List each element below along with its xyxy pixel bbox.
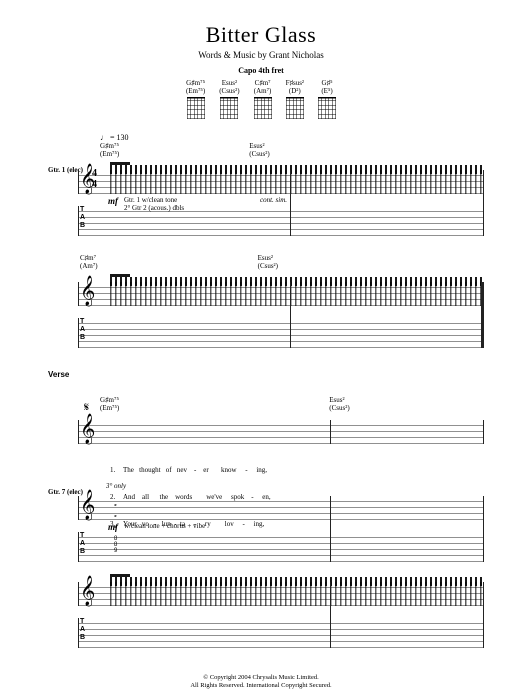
music-staff — [78, 420, 484, 444]
chord-grid-icon — [318, 97, 336, 119]
chord-name: C♯m⁷ — [255, 79, 271, 87]
chord-diagram: G♯m⁷⁵ (Em⁷⁵) — [186, 79, 205, 119]
tab-fret-numbers: 889 — [114, 536, 117, 554]
tempo-marking: ♩ = 130 — [100, 133, 129, 142]
segno-icon: 𝄋 — [84, 400, 89, 415]
chord-diagram-row: G♯m⁷⁵ (Em⁷⁵) Esus² (Csus²) C♯m⁷ (Am⁷) F♯… — [30, 79, 492, 119]
chord-name: G♯m⁷⁵ — [186, 79, 205, 87]
quarter-note-icon: ♩ — [100, 133, 108, 142]
chord-diagram: F♯sus² (D²) — [286, 79, 304, 119]
treble-clef-icon: 𝄞 — [80, 414, 95, 445]
cont-sim-instruction: cont. sim. — [260, 196, 287, 204]
chord-paren: (Csus²) — [219, 87, 239, 95]
performance-instruction: w/clean tone + chorus + vibe — [124, 522, 205, 530]
chord-grid-icon — [220, 97, 238, 119]
chord-diagram: G♯⁵ (E⁵) — [318, 79, 336, 119]
chord-paren: (Am⁷) — [254, 87, 272, 95]
chord-grid-icon — [187, 97, 205, 119]
tab-staff — [78, 318, 484, 348]
tab-label-icon: TAB — [80, 618, 85, 642]
notation-system: 𝄞 44 mf Gtr. 1 w/clean tone2° Gtr 2 (aco… — [30, 160, 492, 242]
notation-system: Gtr. 7 (elec) 3° only 𝄞 𝅗𝅗𝅗 mf w/clean t… — [30, 486, 492, 570]
note-stems-icon — [110, 282, 484, 306]
dynamic-marking: mf — [108, 196, 118, 206]
time-signature: 44 — [92, 168, 97, 190]
chord-name: F♯sus² — [286, 79, 304, 87]
chord-paren: (Em⁷⁵) — [186, 87, 205, 95]
chord-label: G♯m⁷⁵ (Em⁷⁵) — [100, 142, 119, 158]
chord-label: Esus² (Csus²) — [258, 254, 278, 270]
chord-label: Esus² (Csus²) — [329, 396, 349, 412]
notation-system: 𝄞 TAB — [30, 572, 492, 656]
copyright-notice: © Copyright 2004 Chrysalis Music Limited… — [0, 674, 522, 690]
capo-instruction: Capo 4th fret — [30, 66, 492, 75]
treble-clef-icon: 𝄞 — [80, 576, 95, 607]
chord-paren: (D²) — [289, 87, 301, 95]
song-title: Bitter Glass — [30, 22, 492, 48]
tab-label-icon: TAB — [80, 206, 85, 230]
tab-label-icon: TAB — [80, 318, 85, 342]
chord-grid-icon — [286, 97, 304, 119]
treble-clef-icon: 𝄞 — [80, 276, 95, 307]
chord-name: G♯⁵ — [322, 79, 333, 87]
music-staff — [78, 496, 484, 520]
chord-name: Esus² — [222, 79, 237, 87]
lyric-line: 1.The thought of nev - er know - ing, — [110, 466, 484, 475]
chord-diagram: Esus² (Csus²) — [219, 79, 239, 119]
note-stems-icon — [110, 170, 484, 194]
tab-staff — [78, 206, 484, 236]
treble-clef-icon: 𝄞 — [80, 490, 95, 521]
section-label-verse: Verse — [48, 370, 69, 379]
chord-grid-icon — [254, 97, 272, 119]
chord-label: G♯m⁷⁵ (Em⁷⁵) — [100, 396, 119, 412]
repeat-instruction: 3° only — [106, 482, 126, 490]
song-subtitle: Words & Music by Grant Nicholas — [30, 50, 492, 60]
chord-diagram: C♯m⁷ (Am⁷) — [254, 79, 272, 119]
dynamic-marking: mf — [108, 522, 118, 532]
tab-staff — [78, 618, 484, 648]
note-stems-icon — [110, 582, 484, 606]
chord-label: C♯m⁷ (Am⁷) — [80, 254, 98, 270]
tab-staff — [78, 532, 484, 562]
vocal-system: 𝄞 1.The thought of nev - er know - ing, … — [30, 414, 492, 484]
chord-label: Esus² (Csus²) — [249, 142, 269, 158]
notation-system: 𝄞 TAB — [30, 272, 492, 354]
guitar-part-label: Gtr. 7 (elec) — [48, 488, 83, 496]
chord-paren: (E⁵) — [321, 87, 332, 95]
tab-label-icon: TAB — [80, 532, 85, 556]
